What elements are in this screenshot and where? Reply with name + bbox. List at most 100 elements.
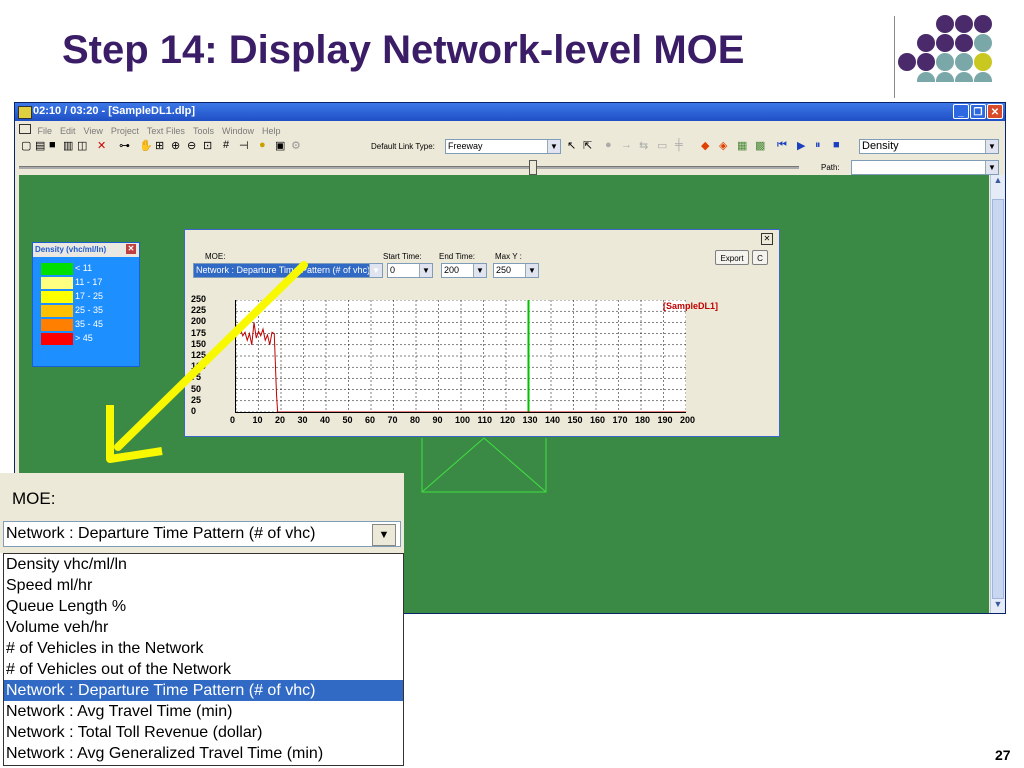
link-type-value: Freeway: [448, 141, 483, 151]
link-type-label: Default Link Type:: [371, 142, 435, 151]
zoomed-moe-option[interactable]: Network : Total Toll Revenue (dollar): [4, 722, 403, 743]
save-icon[interactable]: ■: [49, 139, 56, 151]
x-tick-label: 50: [342, 415, 353, 425]
x-tick-label: 90: [432, 415, 443, 425]
zoom-window-icon[interactable]: ⊞: [155, 139, 164, 152]
zoomed-moe-options-list: Density vhc/ml/ln Speed ml/hr Queue Length…: [3, 553, 404, 766]
close-button[interactable]: ✕: [987, 104, 1003, 119]
arrow-right-icon[interactable]: →: [621, 139, 632, 151]
max-y-value: 250: [496, 265, 512, 275]
decorative-dot: [936, 72, 954, 82]
settings-icon[interactable]: ⚙: [291, 139, 301, 152]
end-time-select[interactable]: 200 ▼: [441, 263, 487, 278]
zoom-extent-icon[interactable]: ⊡: [203, 139, 212, 152]
play-icon[interactable]: ▶: [797, 139, 805, 152]
path-select[interactable]: ▼: [851, 160, 999, 175]
rewind-icon[interactable]: ⏮: [777, 139, 787, 152]
export-button[interactable]: Export: [715, 250, 749, 265]
open-folder-icon[interactable]: ▤: [35, 139, 45, 152]
x-tick-label: 200: [680, 415, 696, 425]
scrollbar-thumb[interactable]: [992, 199, 1004, 599]
decorative-dot: [955, 53, 973, 71]
scroll-down-icon[interactable]: ▼: [991, 599, 1005, 613]
decorative-dot: [955, 34, 973, 52]
swap-icon[interactable]: ⇆: [639, 139, 648, 152]
select-link-icon[interactable]: ⇱: [583, 139, 592, 152]
dialog-close-icon[interactable]: ✕: [761, 233, 773, 245]
pause-icon[interactable]: ⏸: [815, 139, 821, 152]
zoomed-moe-option[interactable]: # of Vehicles in the Network: [4, 638, 403, 659]
vehicle-icon[interactable]: ◆: [701, 139, 709, 152]
zoomed-moe-option[interactable]: Queue Length %: [4, 596, 403, 617]
x-tick-label: 190: [657, 415, 673, 425]
network-icon[interactable]: ⊶: [119, 139, 130, 152]
start-time-label: Start Time:: [383, 252, 422, 261]
start-time-value: 0: [390, 265, 396, 275]
max-y-label: Max Y :: [495, 252, 522, 261]
chevron-down-icon: ▼: [419, 264, 432, 277]
time-slider-thumb[interactable]: [529, 160, 537, 175]
zoomed-moe-option[interactable]: Network : Avg Travel Time (min): [4, 701, 403, 722]
animation-icon[interactable]: ◈: [719, 139, 727, 152]
decorative-dot: [917, 53, 935, 71]
zoomed-moe-option[interactable]: Network : Departure Time Pattern (# of v…: [4, 680, 403, 701]
grid-icon[interactable]: #: [223, 139, 229, 151]
print-icon[interactable]: ▥: [63, 139, 73, 152]
new-file-icon[interactable]: ▢: [21, 139, 31, 152]
vertical-scrollbar[interactable]: ▲ ▼: [990, 175, 1005, 613]
zoomed-moe-option[interactable]: # of Vehicles out of the Network: [4, 659, 403, 680]
zoomed-moe-option[interactable]: Network : Avg Generalized Travel Time (m…: [4, 743, 403, 764]
menu-bar: File Edit View Project Text Files Tools Window…: [15, 121, 1005, 136]
c-button[interactable]: C: [752, 250, 768, 265]
junction-icon[interactable]: ╪: [675, 139, 683, 151]
decorative-dot: [955, 72, 973, 82]
restore-button[interactable]: ❐: [970, 104, 986, 119]
view-moe-select[interactable]: Density ▼: [859, 139, 999, 154]
legend-item-label: > 45: [75, 333, 93, 343]
start-time-select[interactable]: 0 ▼: [387, 263, 433, 278]
legend-swatch: [41, 305, 73, 317]
document-icon: [19, 124, 31, 134]
time-slider-track[interactable]: [19, 166, 799, 169]
zoomed-moe-option[interactable]: Density vhc/ml/ln: [4, 554, 403, 575]
record-icon[interactable]: ●: [605, 139, 612, 151]
link-type-select[interactable]: Freeway ▼: [445, 139, 561, 154]
pan-hand-icon[interactable]: ✋: [139, 139, 153, 152]
zoomed-moe-select[interactable]: Network : Departure Time Pattern (# of v…: [3, 521, 401, 547]
box-icon[interactable]: ▭: [657, 139, 667, 152]
zoom-in-icon[interactable]: ⊕: [171, 139, 180, 152]
moe-icon[interactable]: ▩: [755, 139, 765, 152]
print-preview-icon[interactable]: ◫: [77, 139, 87, 152]
stop-icon[interactable]: ■: [833, 139, 840, 151]
zoomed-moe-option[interactable]: Volume veh/hr: [4, 617, 403, 638]
view-moe-value: Density: [862, 140, 899, 152]
x-tick-label: 160: [590, 415, 606, 425]
add-link-icon[interactable]: ⊣: [239, 139, 249, 152]
chevron-down-icon: ▼: [547, 140, 560, 153]
scroll-up-icon[interactable]: ▲: [991, 175, 1005, 189]
decorative-dot: [936, 34, 954, 52]
node-icon[interactable]: ●: [259, 139, 266, 151]
zone-icon[interactable]: ▣: [275, 139, 285, 152]
chevron-down-icon: ▼: [473, 264, 486, 277]
select-pointer-icon[interactable]: ↖: [567, 139, 576, 152]
x-tick-label: 110: [477, 415, 493, 425]
legend-swatch: [41, 333, 73, 345]
zoom-out-icon[interactable]: ⊖: [187, 139, 196, 152]
max-y-select[interactable]: 250 ▼: [493, 263, 539, 278]
page-number: 27: [995, 747, 1011, 763]
decorative-dot: [898, 53, 916, 71]
zoomed-moe-label: MOE:: [12, 489, 56, 508]
legend-title: Density (vhc/ml/ln): [35, 245, 107, 254]
legend-item-label: < 11: [75, 263, 93, 273]
minimize-button[interactable]: _: [953, 104, 969, 119]
legend-close-icon[interactable]: ✕: [126, 244, 136, 254]
zoomed-moe-select-value: Network : Departure Time Pattern (# of v…: [6, 525, 316, 542]
chevron-down-icon: ▼: [985, 161, 998, 174]
x-tick-label: 150: [567, 415, 583, 425]
x-tick-label: 130: [522, 415, 538, 425]
delete-icon[interactable]: ✕: [97, 139, 106, 152]
decorative-dot: [936, 15, 954, 33]
zoomed-moe-option[interactable]: Speed ml/hr: [4, 575, 403, 596]
chart-icon[interactable]: ▦: [737, 139, 747, 152]
